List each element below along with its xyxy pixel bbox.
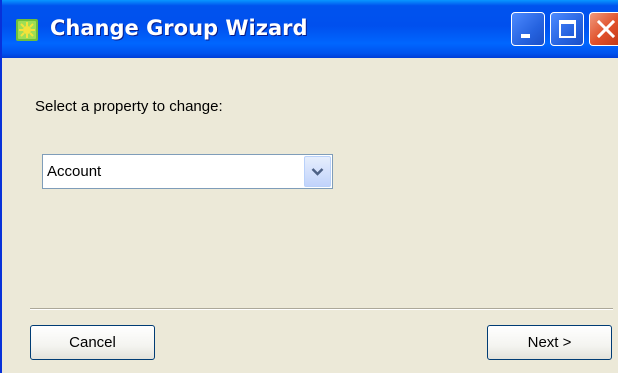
dropdown-arrow-button[interactable] <box>304 156 331 187</box>
change-group-wizard-window: Change Group Wizard Select a property to… <box>0 0 618 373</box>
chevron-down-icon <box>311 168 324 176</box>
cancel-button[interactable]: Cancel <box>30 325 155 360</box>
footer-separator <box>30 308 613 310</box>
next-button[interactable]: Next > <box>487 325 612 360</box>
close-button[interactable] <box>589 12 618 46</box>
window-title: Change Group Wizard <box>50 16 308 40</box>
minimize-icon <box>521 34 530 38</box>
maximize-icon <box>559 20 576 38</box>
wizard-app-icon <box>16 19 38 41</box>
property-select[interactable]: Account <box>42 154 333 189</box>
property-prompt-label: Select a property to change: <box>35 98 223 115</box>
title-bar[interactable]: Change Group Wizard <box>2 0 618 58</box>
minimize-button[interactable] <box>511 12 545 46</box>
close-icon <box>596 19 616 39</box>
maximize-button[interactable] <box>550 12 584 46</box>
property-select-value: Account <box>47 163 102 180</box>
